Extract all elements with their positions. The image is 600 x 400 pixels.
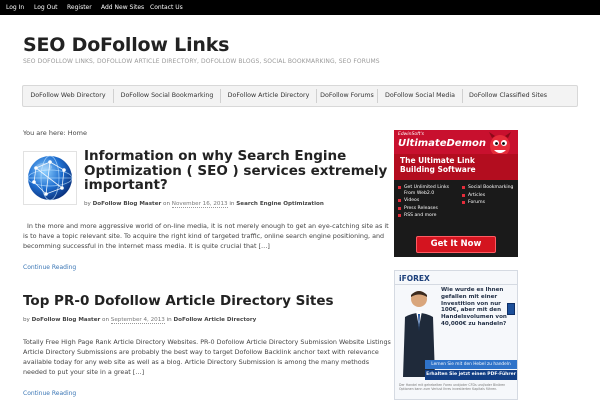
- nav-item-classified-sites[interactable]: DoFollow Classified Sites: [463, 86, 553, 106]
- bullet-icon: [462, 186, 465, 189]
- post-author[interactable]: DoFollow Blog Master: [93, 201, 162, 207]
- iforex-ad[interactable]: iFOREX Wie wurde es Ihnen gefallen mit e…: [394, 270, 518, 400]
- ad-headline: The Ultimate Link Building Software: [400, 156, 476, 174]
- meta-in: in: [166, 317, 172, 323]
- ad-brand: EdwinSoft's: [398, 132, 425, 137]
- bullet-icon: [462, 193, 465, 197]
- post-meta: by DoFollow Blog Master on November 16, …: [84, 201, 324, 208]
- meta-on: on: [102, 317, 109, 323]
- logout-link[interactable]: Log Out: [34, 0, 58, 15]
- nav-item-social-bookmarking[interactable]: DoFollow Social Bookmarking: [114, 86, 220, 106]
- meta-by: by: [84, 201, 91, 207]
- ad-question: Wie wurde es Ihnen gefallen mit einer In…: [441, 287, 507, 327]
- learn-leverage-button[interactable]: Lernen Sie mit den Hebel zu handeln: [425, 360, 517, 369]
- post-author[interactable]: DoFollow Blog Master: [32, 317, 101, 323]
- ad-feature: Articles: [462, 193, 516, 199]
- ad-feature: Get Unlimited Links From Web2.0: [398, 185, 458, 196]
- post-category[interactable]: DoFollow Article Directory: [174, 317, 257, 323]
- site-title[interactable]: SEO DoFollow Links: [23, 34, 229, 56]
- login-link[interactable]: Log In: [6, 0, 24, 15]
- ad-feature: Forums: [462, 200, 516, 206]
- ultimate-demon-ad[interactable]: EdwinSoft's UltimateDemon The Ultimate L…: [394, 130, 518, 257]
- ad-feature: Press Releases: [398, 206, 458, 212]
- iforex-logo: iFOREX: [399, 274, 430, 283]
- meta-by: by: [23, 317, 30, 323]
- nav-item-article-directory[interactable]: DoFollow Article Directory: [221, 86, 316, 106]
- post-excerpt: In the more and more aggressive world of…: [23, 222, 389, 250]
- ad-feature: RSS and more: [398, 213, 458, 219]
- nav-item-social-media[interactable]: DoFollow Social Media: [378, 86, 462, 106]
- bullet-icon: [398, 214, 401, 217]
- get-it-now-button[interactable]: Get It Now: [416, 236, 496, 253]
- globe-network-icon: [27, 155, 73, 201]
- post-thumbnail[interactable]: [23, 151, 77, 205]
- continue-reading-link[interactable]: Continue Reading: [23, 264, 76, 271]
- contact-us-link[interactable]: Contact Us: [150, 0, 183, 15]
- top-bar: Log In Log Out Register Add New Sites Co…: [0, 0, 600, 15]
- ad-features-left: Get Unlimited Links From Web2.0 Videos P…: [398, 185, 458, 221]
- post-date: September 4, 2013: [110, 317, 165, 324]
- ad-product: UltimateDemon: [398, 138, 486, 149]
- ad-divider: [395, 284, 517, 285]
- bullet-icon: [398, 206, 401, 210]
- bullet-icon: [398, 199, 401, 202]
- ad-disclaimer: Der Handel mit gehebelten Forex und/oder…: [399, 383, 506, 391]
- post-title[interactable]: Top PR-0 Dofollow Article Directory Site…: [23, 294, 393, 309]
- register-link[interactable]: Register: [67, 0, 92, 15]
- ad-feature: Social Bookmarking: [462, 185, 516, 191]
- post-date: November 16, 2013: [171, 201, 228, 208]
- ad-feature: Videos: [398, 198, 458, 204]
- post-category[interactable]: Search Engine Optimization: [236, 201, 324, 207]
- continue-reading-link[interactable]: Continue Reading: [23, 390, 76, 397]
- main-nav: DoFollow Web Directory DoFollow Social B…: [22, 85, 578, 107]
- nav-item-web-directory[interactable]: DoFollow Web Directory: [23, 86, 113, 106]
- post-title[interactable]: Information on why Search Engine Optimiz…: [84, 149, 394, 193]
- post-meta: by DoFollow Blog Master on September 4, …: [23, 317, 257, 324]
- ad-features-right: Social Bookmarking Articles Forums: [462, 185, 516, 208]
- bullet-icon: [462, 201, 465, 204]
- breadcrumb: You are here: Home: [23, 129, 87, 137]
- add-new-sites-link[interactable]: Add New Sites: [101, 0, 144, 15]
- pdf-guide-button[interactable]: Erhalten Sie jetzt einen PDF-Führer: [425, 370, 517, 380]
- meta-in: in: [229, 201, 235, 207]
- book-icon: [507, 303, 515, 315]
- nav-item-forums[interactable]: DoFollow Forums: [317, 86, 377, 106]
- meta-on: on: [163, 201, 170, 207]
- post-excerpt: Totally Free High Page Rank Article Dire…: [23, 338, 391, 376]
- bullet-icon: [398, 186, 401, 189]
- site-description: SEO dofollow Links, dofollow article dir…: [23, 58, 380, 65]
